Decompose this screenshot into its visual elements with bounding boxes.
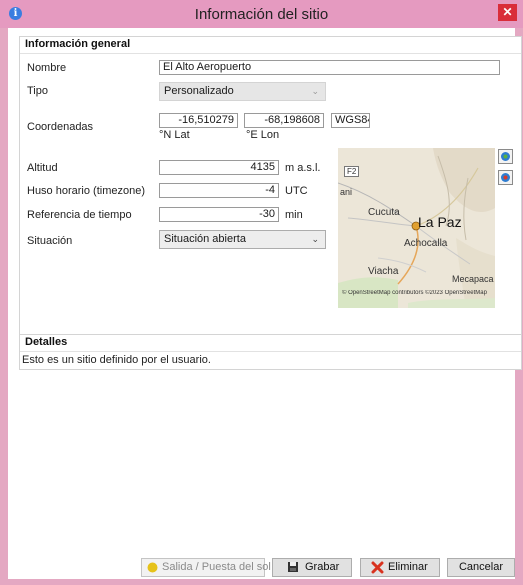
map-locate-button[interactable] [498,149,513,164]
cancel-button[interactable]: Cancelar [447,558,515,577]
situation-label: Situación [27,235,73,247]
datum-field[interactable]: WGS84 [331,113,370,128]
map-label-f2: F2 [344,166,360,177]
map-label-achocalla: Achocalla [404,238,448,249]
time-ref-label: Referencia de tiempo [27,209,132,221]
chevron-down-icon: ⌄ [311,86,319,96]
map-pin-icon [501,152,510,161]
timezone-field[interactable]: -4 [159,183,279,198]
close-button[interactable]: ✕ [498,4,517,21]
site-info-window: i Información del sitio ✕ Información ge… [0,0,523,585]
map-canvas [338,148,495,308]
map-pin-red-icon [501,173,510,182]
latitude-field[interactable]: -16,510279 [159,113,238,128]
name-field[interactable]: El Alto Aeropuerto [159,60,500,75]
situation-select[interactable]: Situación abierta ⌄ [159,230,326,249]
dialog-client: Información general Nombre El Alto Aerop… [8,28,522,579]
save-button[interactable]: Grabar [272,558,352,577]
coordinates-label: Coordenadas [27,121,94,133]
delete-label: Eliminar [388,561,428,573]
details-title: Detalles [25,336,68,348]
timezone-unit: UTC [285,185,308,197]
title-bar[interactable]: i Información del sitio ✕ [0,0,523,28]
sun-times-label: Salida / Puesta del sol [162,561,271,573]
situation-select-value: Situación abierta [164,233,246,245]
time-ref-unit: min [285,209,303,221]
altitude-unit: m a.s.l. [285,162,321,174]
chevron-down-icon: ⌄ [311,234,319,244]
group-divider [20,53,521,54]
time-ref-field[interactable]: -30 [159,207,279,222]
delete-x-icon [371,561,384,574]
type-select[interactable]: Personalizado ⌄ [159,82,326,101]
sun-times-button[interactable]: Salida / Puesta del sol [141,558,271,577]
map-label-lapaz: La Paz [418,214,462,230]
map-label-viacha: Viacha [368,266,399,277]
save-icon [288,562,298,572]
location-map[interactable]: F2 ani Cucuta La Paz Achocalla Viacha Me… [338,148,495,308]
altitude-field[interactable]: 4135 [159,160,279,175]
longitude-field[interactable]: -68,198608 [244,113,324,128]
details-text: Esto es un sitio definido por el usuario… [22,354,211,366]
map-attribution: © OpenStreetMap contributors ©2023 OpenS… [342,290,487,296]
general-info-title: Información general [25,38,131,50]
type-label: Tipo [27,85,48,97]
delete-button[interactable]: Eliminar [360,558,440,577]
altitude-label: Altitud [27,162,58,174]
lat-unit-label: °N Lat [159,129,190,141]
timezone-label: Huso horario (timezone) [27,185,145,197]
type-select-value: Personalizado [164,85,234,97]
save-label: Grabar [305,561,340,573]
name-label: Nombre [27,62,67,74]
group-divider [20,351,521,352]
window-title: Información del sitio [194,6,329,23]
cancel-label: Cancelar [458,561,504,573]
map-label-ani: ani [340,187,353,197]
map-label-cucuta: Cucuta [368,207,400,218]
map-label-mecapaca: Mecapaca [452,274,494,284]
sun-icon [147,562,158,573]
map-open-button[interactable] [498,170,513,185]
lon-unit-label: °E Lon [246,129,280,141]
